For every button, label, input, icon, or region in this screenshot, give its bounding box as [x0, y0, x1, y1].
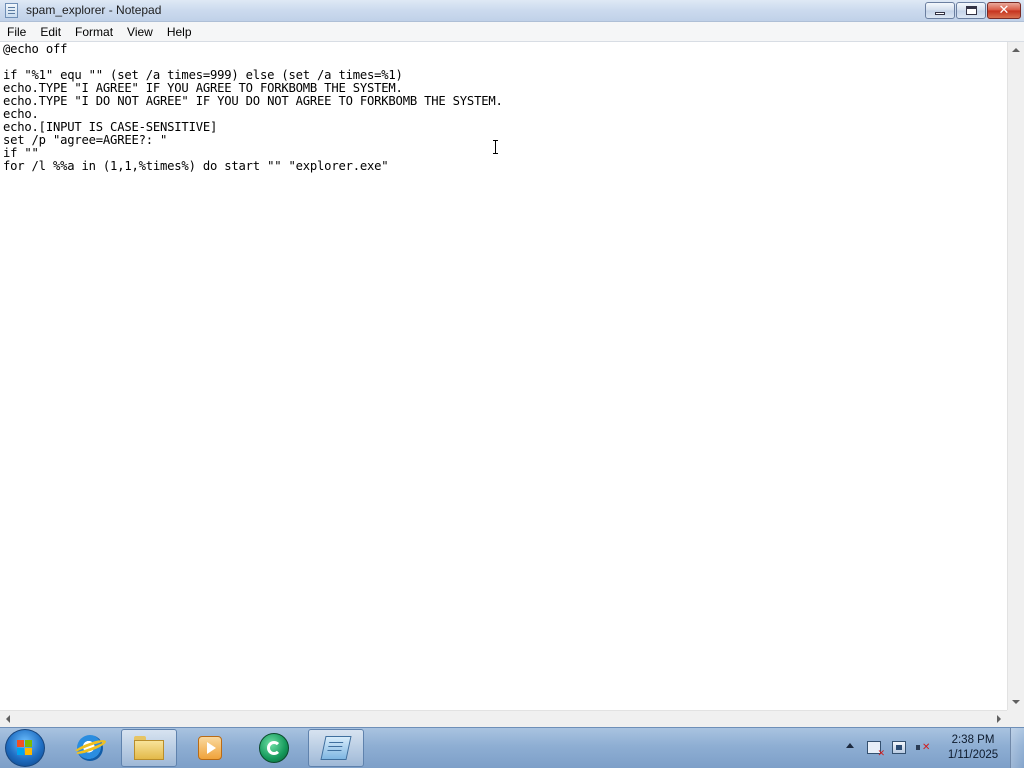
horizontal-scrollbar[interactable]: [0, 710, 1007, 727]
windows-flag-icon: [17, 740, 33, 755]
window-title: spam_explorer - Notepad: [26, 3, 162, 17]
clock-time: 2:38 PM: [951, 734, 995, 746]
taskbar: 2:38 PM 1/11/2025: [0, 727, 1024, 768]
scroll-right-icon[interactable]: [997, 715, 1001, 723]
media-player-icon: [198, 736, 222, 760]
green-app-icon: [259, 733, 289, 763]
taskbar-internet-explorer[interactable]: [62, 729, 118, 767]
network-icon[interactable]: [892, 741, 906, 754]
menu-format[interactable]: Format: [68, 23, 120, 41]
folder-icon: [134, 736, 164, 760]
editor-text[interactable]: @echo off if "%1" equ "" (set /a times=9…: [0, 42, 1007, 173]
text-editor[interactable]: @echo off if "%1" equ "" (set /a times=9…: [0, 42, 1007, 710]
scroll-down-icon[interactable]: [1012, 700, 1020, 704]
scrollbar-corner: [1007, 710, 1024, 727]
vertical-scrollbar[interactable]: [1007, 42, 1024, 710]
menu-bar: File Edit Format View Help: [0, 22, 1024, 42]
show-hidden-icons-icon[interactable]: [846, 743, 854, 748]
text-cursor-icon: [493, 140, 498, 154]
menu-edit[interactable]: Edit: [33, 23, 68, 41]
taskbar-file-explorer[interactable]: [121, 729, 177, 767]
internet-explorer-icon: [77, 735, 103, 761]
volume-muted-icon[interactable]: [916, 741, 930, 754]
menu-help[interactable]: Help: [160, 23, 199, 41]
taskbar-green-app[interactable]: [246, 729, 302, 767]
menu-file[interactable]: File: [0, 23, 33, 41]
scroll-left-icon[interactable]: [6, 715, 10, 723]
restore-icon: [965, 6, 977, 15]
close-icon: ✕: [998, 3, 1010, 18]
menu-view[interactable]: View: [120, 23, 160, 41]
minimize-button[interactable]: [925, 2, 955, 19]
taskbar-media-player[interactable]: [182, 729, 238, 767]
system-clock[interactable]: 2:38 PM 1/11/2025: [940, 733, 1006, 763]
taskbar-notepad[interactable]: [308, 729, 364, 767]
show-desktop-button[interactable]: [1010, 728, 1024, 768]
clock-date: 1/11/2025: [947, 749, 999, 761]
scroll-up-icon[interactable]: [1012, 48, 1020, 52]
title-bar[interactable]: spam_explorer - Notepad ✕: [0, 0, 1024, 22]
close-button[interactable]: ✕: [987, 2, 1021, 19]
action-center-icon[interactable]: [867, 741, 885, 759]
minimize-icon: [935, 12, 945, 15]
start-button[interactable]: [5, 729, 45, 767]
maximize-button[interactable]: [956, 2, 986, 19]
notepad-app-icon[interactable]: [5, 3, 18, 18]
notepad-icon: [320, 736, 352, 760]
